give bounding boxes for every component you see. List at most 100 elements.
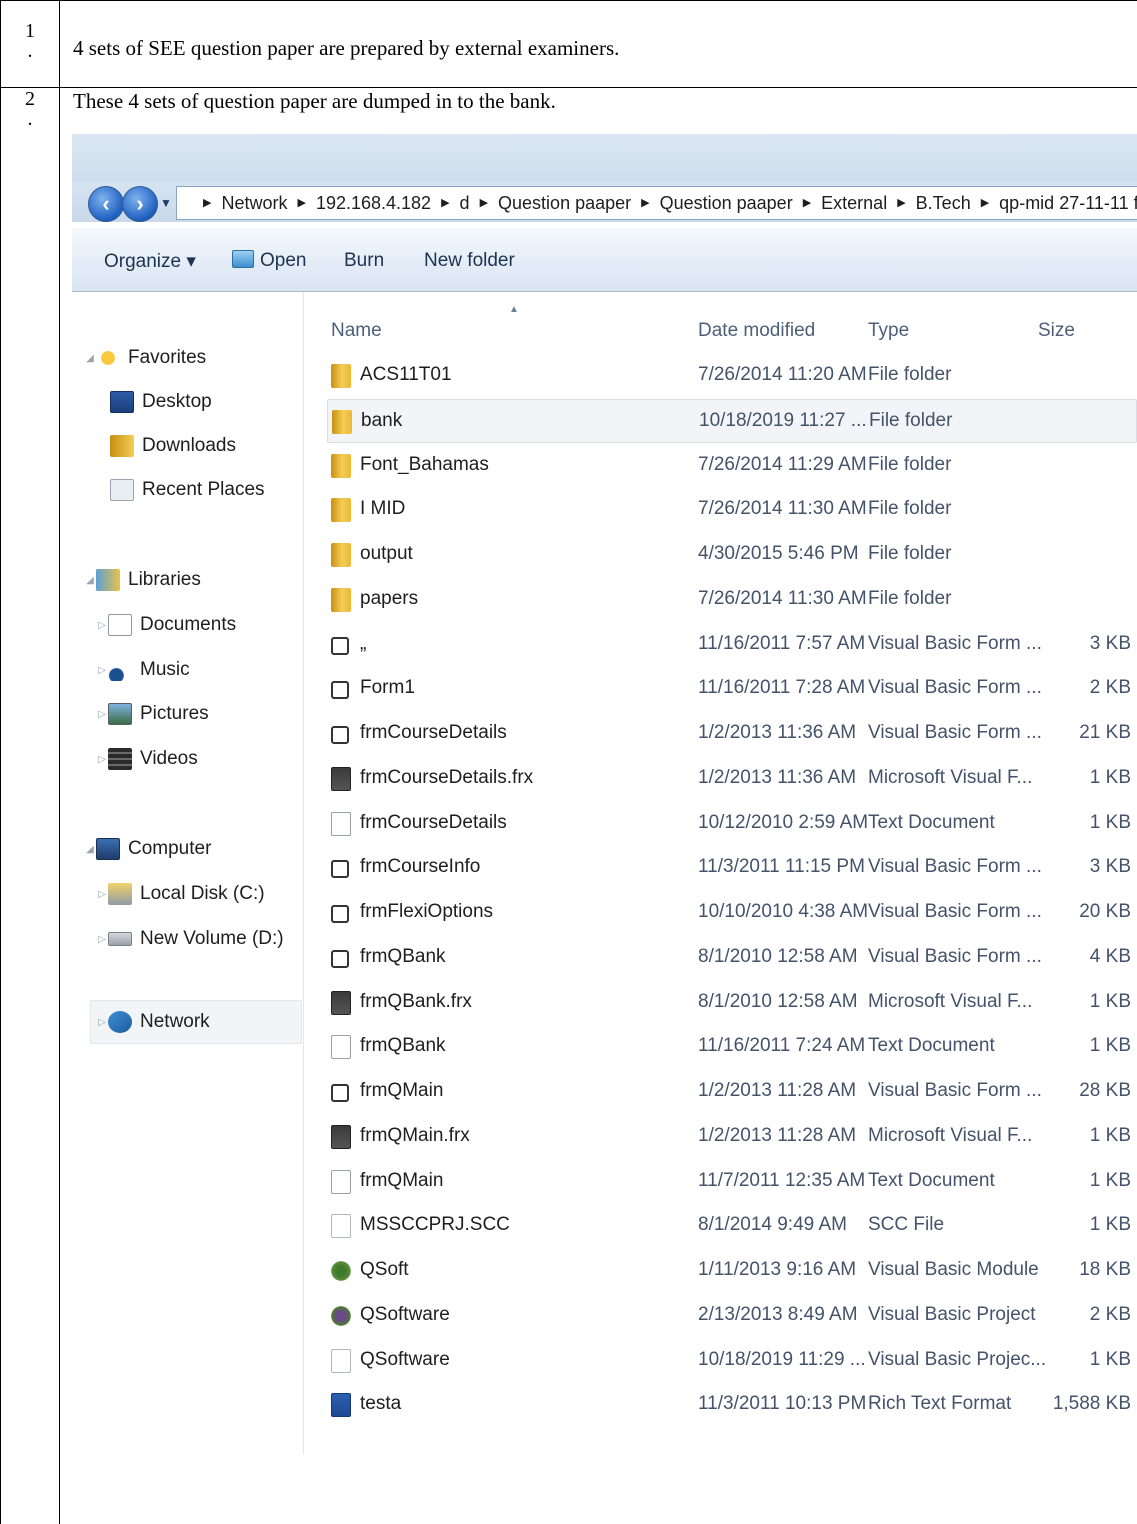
file-row[interactable]: frmCourseDetails.frx 1/2/2013 11:36 AM Mic… bbox=[305, 757, 1137, 801]
file-row[interactable]: QSoftware 10/18/2019 11:29 ... Visual Basi… bbox=[305, 1339, 1137, 1383]
file-size: 1 KB bbox=[1089, 1214, 1131, 1236]
file-row[interactable]: „ 11/16/2011 7:57 AM Visual Basic Form ...… bbox=[305, 623, 1137, 667]
nav-desktop[interactable]: Desktop bbox=[110, 384, 212, 420]
file-size: 1 KB bbox=[1089, 1035, 1131, 1057]
forward-button[interactable]: › bbox=[122, 186, 158, 222]
vb-form-icon bbox=[331, 905, 349, 923]
file-date-modified: 8/1/2010 12:58 AM bbox=[698, 990, 858, 1012]
file-row[interactable]: frmCourseInfo 11/3/2011 11:15 PM Visual Ba… bbox=[305, 846, 1137, 890]
breadcrumb-folder[interactable]: Question paaper bbox=[660, 193, 793, 214]
file-row[interactable]: frmQBank 11/16/2011 7:24 AM Text Document 1… bbox=[305, 1025, 1137, 1069]
expand-arrow-icon[interactable]: ▷ bbox=[96, 889, 108, 900]
organize-button[interactable]: Organize ▾ bbox=[104, 250, 196, 273]
history-dropdown-icon[interactable]: ▼ bbox=[160, 196, 172, 210]
breadcrumb-folder[interactable]: B.Tech bbox=[916, 193, 971, 214]
file-type: Visual Basic Form ... bbox=[868, 856, 1042, 878]
burn-button[interactable]: Burn bbox=[344, 250, 384, 272]
file-row[interactable]: frmQMain 1/2/2013 11:28 AM Visual Basic Fo… bbox=[305, 1070, 1137, 1114]
expand-arrow-icon[interactable]: ◢ bbox=[84, 575, 96, 586]
back-button[interactable]: ‹ bbox=[88, 186, 124, 222]
file-date-modified: 11/3/2011 10:13 PM bbox=[698, 1393, 867, 1415]
file-size: 20 KB bbox=[1079, 901, 1131, 922]
file-size: 1 KB bbox=[1089, 1124, 1131, 1146]
vb-form-icon bbox=[331, 949, 349, 968]
breadcrumb-separator-icon: ▶ bbox=[479, 196, 489, 209]
column-header-name[interactable]: Name bbox=[331, 320, 382, 342]
file-row[interactable]: QSoft 1/11/2013 9:16 AM Visual Basic Modul… bbox=[305, 1249, 1137, 1293]
nav-network[interactable]: ▷ Network bbox=[96, 1004, 210, 1040]
file-row[interactable]: MSSCCPRJ.SCC 8/1/2014 9:49 AM SCC File 1 KB bbox=[305, 1204, 1137, 1248]
file-row[interactable]: bank 10/18/2019 11:27 ... File folder bbox=[327, 398, 1137, 443]
file-name: ACS11T01 bbox=[360, 364, 452, 385]
vb-module-icon bbox=[331, 1259, 351, 1283]
expand-arrow-icon[interactable]: ▷ bbox=[96, 754, 108, 765]
breadcrumb-current-folder[interactable]: qp-mid 27-11-11 fo bbox=[999, 193, 1137, 214]
file-date-modified: 11/16/2011 7:28 AM bbox=[698, 677, 866, 699]
column-header-size[interactable]: Size bbox=[1038, 320, 1075, 342]
column-header-date-modified[interactable]: Date modified bbox=[698, 320, 815, 342]
breadcrumb-folder[interactable]: Question paaper bbox=[498, 193, 631, 214]
file-size: 2 KB bbox=[1089, 677, 1131, 699]
nav-documents[interactable]: ▷ Documents bbox=[96, 607, 236, 643]
nav-downloads[interactable]: Downloads bbox=[110, 428, 236, 464]
file-row[interactable]: frmQBank.frx 8/1/2010 12:58 AM Microsoft V… bbox=[305, 981, 1137, 1025]
file-row[interactable]: frmQBank 8/1/2010 12:58 AM Visual Basic Fo… bbox=[305, 936, 1137, 980]
file-row[interactable]: ACS11T01 7/26/2014 11:20 AM File folder bbox=[305, 354, 1137, 398]
file-row[interactable]: Font_Bahamas 7/26/2014 11:29 AM File folde… bbox=[305, 444, 1137, 488]
breadcrumb-network[interactable]: Network bbox=[221, 193, 287, 214]
expand-arrow-icon[interactable]: ◢ bbox=[84, 844, 96, 855]
expand-arrow-icon[interactable]: ◢ bbox=[84, 353, 96, 364]
file-row[interactable]: frmQMain.frx 1/2/2013 11:28 AM Microsoft V… bbox=[305, 1115, 1137, 1159]
nav-computer[interactable]: ◢ Computer bbox=[84, 831, 211, 867]
folder-icon bbox=[331, 587, 351, 612]
file-type: Rich Text Format bbox=[868, 1393, 1012, 1415]
nav-local-disk[interactable]: ▷ Local Disk (C:) bbox=[96, 876, 265, 912]
nav-new-volume[interactable]: ▷ New Volume (D:) bbox=[96, 921, 283, 957]
file-row[interactable]: frmCourseDetails 1/2/2013 11:36 AM Visual … bbox=[305, 712, 1137, 756]
file-name: frmCourseDetails bbox=[360, 722, 507, 743]
column-header-type[interactable]: Type bbox=[868, 320, 909, 342]
file-date-modified: 7/26/2014 11:20 AM bbox=[698, 364, 867, 385]
file-date-modified: 8/1/2010 12:58 AM bbox=[698, 945, 858, 967]
file-name: QSoftware bbox=[360, 1303, 450, 1325]
nav-recent-places[interactable]: Recent Places bbox=[110, 472, 265, 508]
row-2-text: These 4 sets of question paper are dumpe… bbox=[73, 89, 556, 113]
new-folder-button[interactable]: New folder bbox=[424, 250, 515, 272]
address-field[interactable]: ▶ Network ▶ 192.168.4.182 ▶ d ▶ Question… bbox=[176, 186, 1137, 220]
file-name: MSSCCPRJ.SCC bbox=[360, 1214, 510, 1236]
desktop-icon bbox=[110, 391, 134, 413]
file-row[interactable]: papers 7/26/2014 11:30 AM File folder bbox=[305, 578, 1137, 622]
file-date-modified: 7/26/2014 11:29 AM bbox=[698, 453, 867, 475]
nav-videos[interactable]: ▷ Videos bbox=[96, 741, 198, 777]
file-row[interactable]: frmCourseDetails 10/12/2010 2:59 AM Text D… bbox=[305, 802, 1137, 846]
file-row[interactable]: output 4/30/2015 5:46 PM File folder bbox=[305, 533, 1137, 577]
expand-arrow-icon[interactable]: ▷ bbox=[96, 1017, 108, 1028]
expand-arrow-icon[interactable]: ▷ bbox=[96, 665, 108, 676]
expand-arrow-icon[interactable]: ▷ bbox=[96, 709, 108, 720]
file-row[interactable]: frmFlexiOptions 10/10/2010 4:38 AM Visual … bbox=[305, 891, 1137, 935]
scc-file-icon bbox=[331, 1214, 351, 1239]
nav-libraries[interactable]: ◢ Libraries bbox=[84, 562, 201, 598]
row-1-text: 4 sets of SEE question paper are prepare… bbox=[73, 36, 620, 60]
expand-arrow-icon[interactable]: ▷ bbox=[96, 934, 108, 945]
breadcrumb-separator-icon: ▶ bbox=[297, 196, 306, 209]
file-row[interactable]: testa 11/3/2011 10:13 PM Rich Text Format 1… bbox=[305, 1383, 1137, 1427]
command-bar: Organize ▾ Open Burn New folder bbox=[72, 228, 1137, 292]
breadcrumb-folder[interactable]: External bbox=[821, 193, 887, 214]
row-1-number: 1 . bbox=[25, 20, 35, 62]
nav-pictures[interactable]: ▷ Pictures bbox=[96, 696, 209, 732]
file-type: Visual Basic Project bbox=[868, 1303, 1036, 1325]
nav-favorites[interactable]: ◢ Favorites bbox=[84, 340, 206, 376]
expand-arrow-icon[interactable]: ▷ bbox=[96, 620, 108, 631]
file-row[interactable]: I MID 7/26/2014 11:30 AM File folder bbox=[305, 488, 1137, 532]
nav-music[interactable]: ▷ Music bbox=[96, 652, 190, 688]
open-button[interactable]: Open bbox=[232, 250, 306, 272]
file-row[interactable]: Form1 11/16/2011 7:28 AM Visual Basic Form… bbox=[305, 667, 1137, 711]
pictures-icon bbox=[108, 703, 132, 725]
file-date-modified: 1/2/2013 11:36 AM bbox=[698, 722, 857, 743]
breadcrumb-host[interactable]: 192.168.4.182 bbox=[316, 193, 431, 214]
file-row[interactable]: QSoftware 2/13/2013 8:49 AM Visual Basic P… bbox=[305, 1294, 1137, 1338]
breadcrumb-drive[interactable]: d bbox=[460, 193, 470, 214]
file-row[interactable]: frmQMain 11/7/2011 12:35 AM Text Document 1… bbox=[305, 1160, 1137, 1204]
folder-icon bbox=[332, 409, 352, 434]
